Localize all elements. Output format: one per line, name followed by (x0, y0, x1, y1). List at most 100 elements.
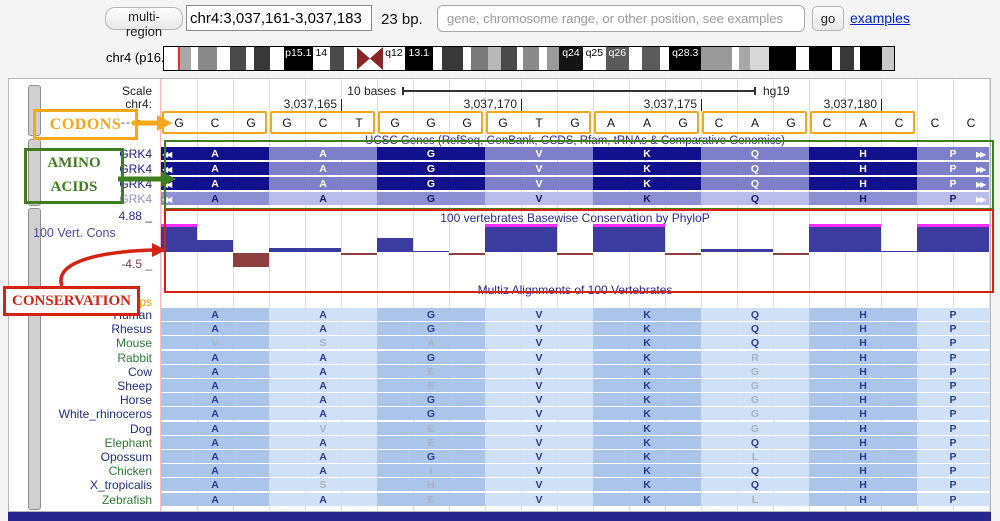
base-letter[interactable]: A (629, 116, 665, 130)
ideogram-band[interactable] (809, 47, 832, 70)
ideogram-band-label: q25 (583, 47, 606, 70)
ideogram-band[interactable] (501, 47, 517, 70)
ideogram-band[interactable] (523, 47, 539, 70)
ideogram-band[interactable] (230, 47, 246, 70)
ideogram-band[interactable] (547, 47, 559, 70)
ideogram-band[interactable] (629, 47, 642, 70)
base-letter[interactable]: C (881, 116, 917, 130)
base-letter[interactable]: G (665, 116, 701, 130)
base-letter[interactable]: G (377, 116, 413, 130)
ideogram-band[interactable] (732, 47, 739, 70)
conservation-annotation-box: CONSERVATION (3, 286, 140, 316)
ideogram-band[interactable] (860, 47, 883, 70)
position-tick-label: 3,037,170 (443, 97, 517, 111)
ideogram-band[interactable] (330, 47, 345, 70)
conservation-track-label[interactable]: 100 Vert. Cons (33, 226, 116, 240)
species-row-label[interactable]: Rabbit (40, 351, 152, 365)
base-letter[interactable]: C (197, 116, 233, 130)
alignment-amino-acid-letter: G (701, 423, 809, 435)
ideogram-band[interactable] (433, 47, 442, 70)
ideogram-band[interactable]: p15.1 (284, 47, 313, 70)
ideogram-band[interactable] (471, 47, 488, 70)
alignment-amino-acid-letter: A (161, 465, 269, 477)
species-row-label[interactable]: Dog (40, 422, 152, 436)
base-letter[interactable]: C (953, 116, 989, 130)
species-row-label[interactable]: White_rhinoceros (40, 407, 152, 421)
base-letter[interactable]: G (449, 116, 485, 130)
ideogram-band[interactable] (701, 47, 732, 70)
ideogram-band[interactable] (642, 47, 660, 70)
go-button[interactable]: go (812, 6, 844, 31)
base-letter[interactable]: G (269, 116, 305, 130)
multi-region-button[interactable]: multi-region (105, 7, 183, 30)
species-row-label[interactable]: X_tropicalis (40, 478, 152, 492)
ideogram-band[interactable]: q12 (383, 47, 405, 70)
species-row-label[interactable]: Elephant (40, 436, 152, 450)
base-letter[interactable]: A (593, 116, 629, 130)
species-row-label[interactable]: Mouse (40, 336, 152, 350)
ideogram-band[interactable]: q26 (606, 47, 629, 70)
species-row-label[interactable]: Cow (40, 365, 152, 379)
base-letter[interactable]: C (809, 116, 845, 130)
base-letter[interactable]: G (773, 116, 809, 130)
ideogram-band[interactable]: q25 (583, 47, 606, 70)
base-letter[interactable]: G (485, 116, 521, 130)
ideogram-band[interactable] (796, 47, 809, 70)
species-row-label[interactable]: Zebrafish (40, 493, 152, 507)
ideogram-band[interactable] (769, 47, 796, 70)
conservation-ymin-label: -4.5 _ (96, 257, 152, 271)
base-letter[interactable]: C (917, 116, 953, 130)
examples-link[interactable]: examples (850, 10, 910, 26)
ideogram-band[interactable]: q24 (559, 47, 583, 70)
ideogram-band[interactable] (217, 47, 229, 70)
base-letter[interactable]: G (557, 116, 593, 130)
alignment-amino-acid-letter: A (269, 394, 377, 406)
alignment-amino-acid-letter: A (161, 394, 269, 406)
alignment-amino-acid-letter: Q (701, 337, 809, 349)
ideogram-band[interactable] (254, 47, 270, 70)
species-row-label[interactable]: Rhesus (40, 322, 152, 336)
ideogram-band[interactable] (246, 47, 254, 70)
alignment-amino-acid-letter: H (809, 380, 917, 392)
base-letter[interactable]: G (233, 116, 269, 130)
base-letter[interactable]: C (305, 116, 341, 130)
ideogram-band[interactable] (739, 47, 750, 70)
ideogram-band-label: 14 (313, 47, 330, 70)
alignment-amino-acid-letter: I (377, 465, 485, 477)
alignment-amino-acid-letter: A (161, 437, 269, 449)
ideogram-band[interactable] (488, 47, 501, 70)
species-row-label[interactable]: Horse (40, 393, 152, 407)
species-row-label[interactable]: Opossum (40, 450, 152, 464)
ideogram-band[interactable] (882, 47, 894, 70)
ideogram-band[interactable] (442, 47, 463, 70)
position-input[interactable] (186, 5, 372, 31)
ideogram-band[interactable] (832, 47, 840, 70)
ideogram-band[interactable]: 13.1 (405, 47, 433, 70)
ideogram-band[interactable] (344, 47, 356, 70)
ideogram-band[interactable] (539, 47, 547, 70)
ideogram-band[interactable] (840, 47, 854, 70)
ideogram-band[interactable] (463, 47, 471, 70)
base-letter[interactable]: A (845, 116, 881, 130)
base-letter[interactable]: G (413, 116, 449, 130)
ideogram-band[interactable] (270, 47, 284, 70)
base-letter[interactable]: T (521, 116, 557, 130)
ideogram-band[interactable]: q28.3 (669, 47, 701, 70)
ideogram-band[interactable] (180, 47, 191, 70)
ideogram-band[interactable] (198, 47, 217, 70)
species-row-label[interactable]: Sheep (40, 379, 152, 393)
alignment-amino-acid-letter: H (809, 451, 917, 463)
track-drag-handle[interactable] (28, 208, 41, 290)
base-letter[interactable]: C (701, 116, 737, 130)
ideogram-band[interactable] (750, 47, 769, 70)
ideogram-band[interactable] (660, 47, 669, 70)
base-letter[interactable]: G (161, 116, 197, 130)
search-input[interactable] (437, 5, 805, 32)
ideogram-band[interactable] (191, 47, 198, 70)
base-letter[interactable]: A (737, 116, 773, 130)
position-tick-label: 3,037,165 (263, 97, 337, 111)
chromosome-ideogram[interactable]: p15.114 q1213.1 q24q25q26 q28.3 (163, 46, 895, 71)
species-row-label[interactable]: Chicken (40, 464, 152, 478)
base-letter[interactable]: T (341, 116, 377, 130)
ideogram-band[interactable]: 14 (313, 47, 330, 70)
